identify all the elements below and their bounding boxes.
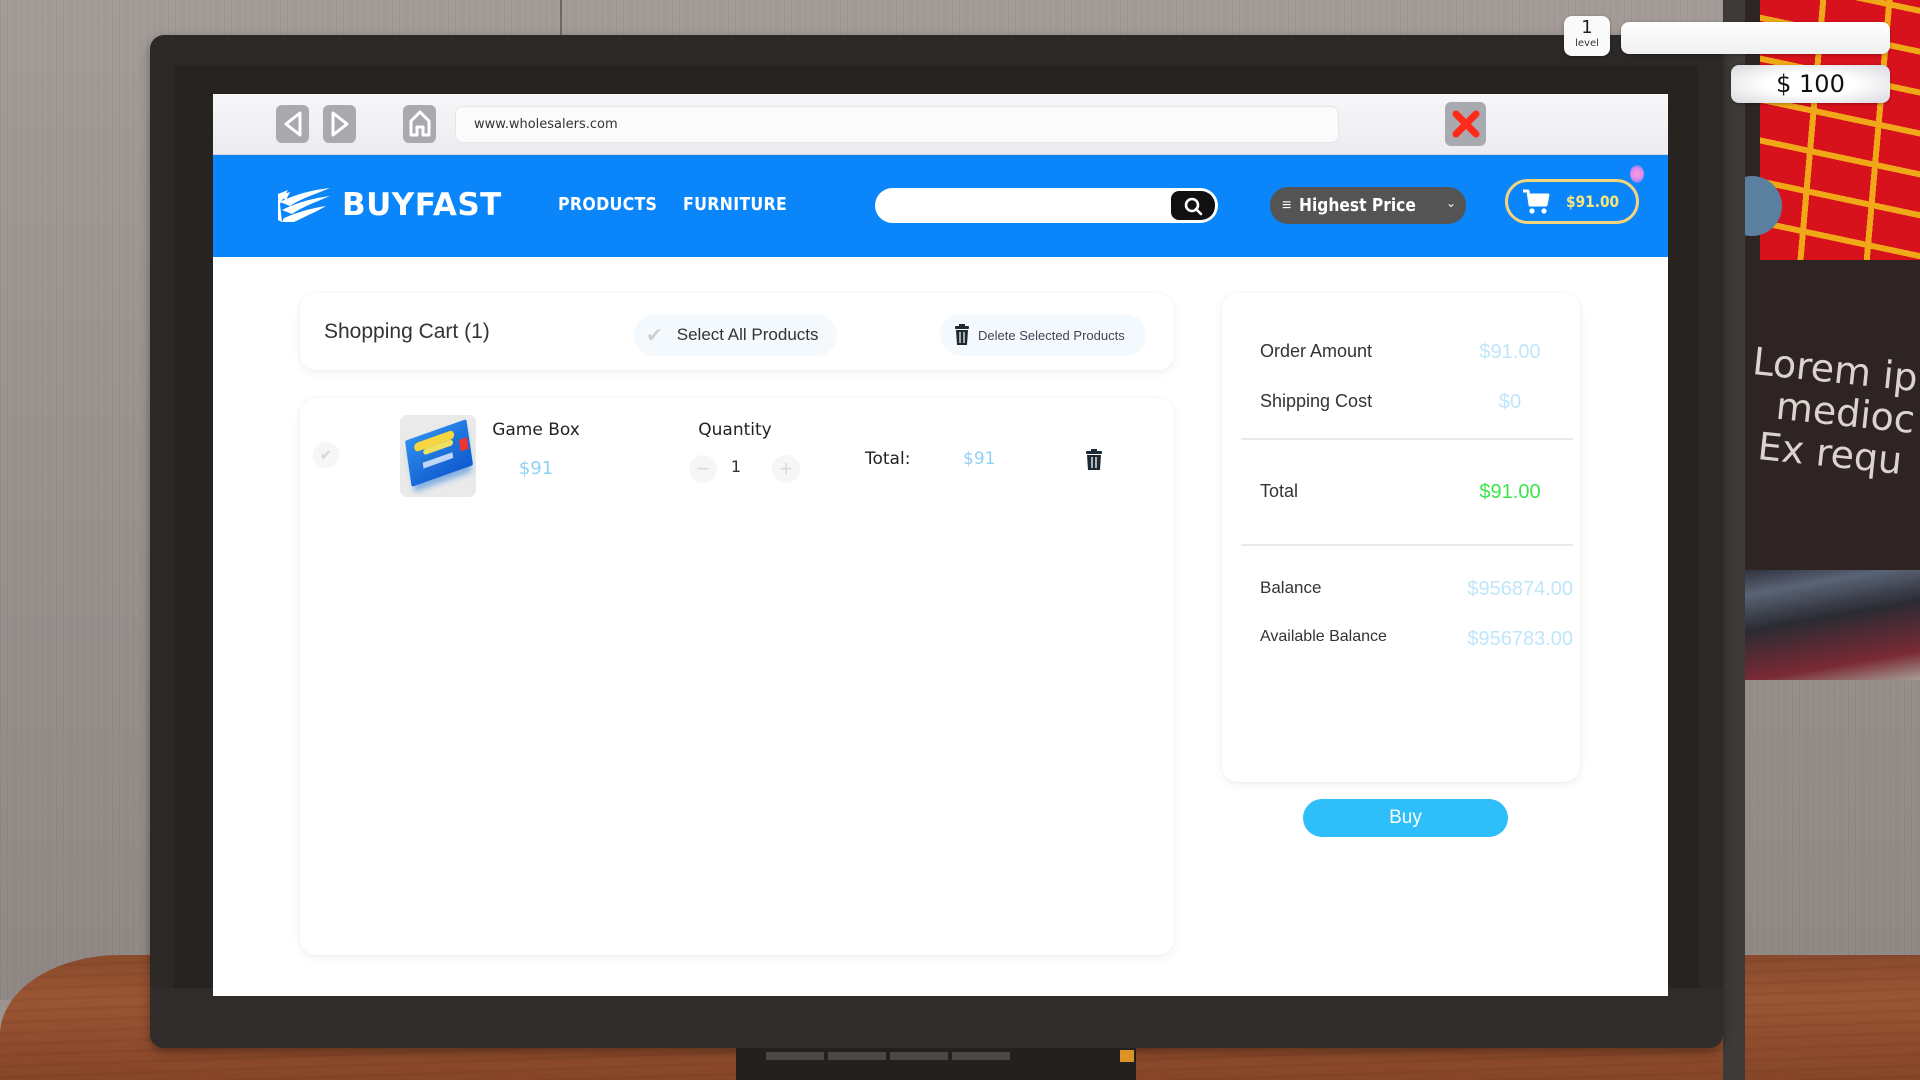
cart-notification-dot (1630, 165, 1644, 183)
player-money: $ 100 (1731, 65, 1890, 103)
checkmark-icon: ✔ (646, 324, 663, 347)
logo-text: BUYFAST (342, 187, 502, 223)
item-name: Game Box (492, 420, 580, 440)
close-x-icon (1452, 110, 1479, 138)
cart-title: Shopping Cart (1) (324, 320, 490, 343)
browser-toolbar: www.wholesalers.com (213, 94, 1668, 155)
logo-wing-icon (278, 188, 330, 222)
search-icon (1184, 197, 1203, 215)
item-total-value: $91 (963, 449, 996, 469)
search-input[interactable] (889, 188, 1149, 223)
item-select-checkbox[interactable]: ✔ (313, 442, 339, 468)
search-button[interactable] (1171, 191, 1215, 220)
quantity-value[interactable]: 1 (724, 457, 748, 481)
select-all-button[interactable]: ✔ Select All Products (634, 314, 837, 356)
cart-item-row: ✔ Game Box $91 Quantity − 1 + Total: $91 (300, 398, 1174, 518)
order-amount-label: Order Amount (1260, 341, 1373, 361)
site-logo[interactable]: BUYFAST (276, 186, 502, 224)
header-cart-amount: $91.00 (1566, 192, 1620, 211)
available-balance-label: Available Balance (1260, 628, 1387, 645)
monitor-chin (150, 988, 1723, 1048)
back-button[interactable] (276, 105, 309, 143)
menu-lines-icon: ≡ (1282, 196, 1292, 214)
product-thumbnail (400, 415, 476, 497)
order-summary-card: Order Amount $91.00 Shipping Cost $0 Tot… (1222, 293, 1580, 837)
header-cart-button[interactable]: $91.00 (1505, 179, 1639, 224)
wall-seam (560, 0, 562, 36)
delete-selected-label: Delete Selected Products (978, 327, 1125, 343)
search-box (875, 188, 1218, 223)
home-button[interactable] (403, 105, 436, 143)
sort-selected-value: Highest Price (1299, 195, 1417, 216)
buy-button[interactable]: Buy (1303, 799, 1508, 837)
summary-divider (1241, 438, 1573, 440)
quantity-label: Quantity (698, 420, 772, 440)
checkmark-icon: ✔ (319, 447, 333, 464)
chevron-down-icon: ⌄ (1445, 196, 1456, 210)
wall-edge (1723, 0, 1745, 1080)
shopping-cart-icon (1523, 189, 1550, 214)
shipping-cost-value: $0 (1498, 391, 1522, 413)
stand-led (1120, 1050, 1134, 1062)
stand-ports (766, 1052, 1010, 1060)
player-level-value: 1 (1581, 17, 1593, 38)
main-nav: PRODUCTS FURNITURE (558, 194, 801, 215)
home-icon (409, 110, 430, 137)
item-price: $91 (518, 458, 554, 479)
shipping-cost-label: Shipping Cost (1260, 391, 1373, 411)
forward-button[interactable] (323, 105, 356, 143)
select-all-label: Select All Products (676, 325, 819, 344)
total-label: Total (1260, 481, 1299, 501)
computer-screen: www.wholesalers.com BUYFAST PRODUCTS FUR… (213, 94, 1668, 996)
delete-item-button[interactable] (1081, 445, 1107, 475)
player-level-badge: 1 level (1564, 16, 1610, 56)
monitor-stand (736, 1048, 1136, 1080)
back-arrow-icon (284, 111, 301, 137)
close-browser-button[interactable] (1445, 102, 1486, 146)
balance-label: Balance (1260, 578, 1322, 597)
minus-icon: − (696, 456, 710, 481)
game-box-image (404, 419, 474, 487)
total-value: $91.00 (1479, 481, 1541, 503)
site-header: BUYFAST PRODUCTS FURNITURE ≡ Highest Pri… (213, 155, 1668, 257)
cart-header-card: Shopping Cart (1) ✔ Select All Products … (300, 293, 1174, 370)
trash-icon (955, 324, 969, 345)
nav-furniture[interactable]: FURNITURE (683, 194, 787, 215)
quantity-decrement-button[interactable]: − (689, 455, 717, 483)
order-amount-value: $91.00 (1479, 341, 1541, 363)
poster-text: Lorem ip medioc Ex requ (1742, 339, 1920, 486)
nav-products[interactable]: PRODUCTS (558, 194, 657, 215)
balance-value: $956874.00 (1467, 578, 1573, 600)
plus-icon: + (779, 456, 793, 481)
delete-selected-button[interactable]: Delete Selected Products (940, 314, 1146, 356)
quantity-increment-button[interactable]: + (772, 455, 800, 483)
player-level-label: level (1575, 38, 1599, 49)
cart-items-card: ✔ Game Box $91 Quantity − 1 + Total: $91 (300, 398, 1174, 955)
summary-divider (1241, 544, 1573, 546)
address-bar[interactable]: www.wholesalers.com (455, 106, 1339, 143)
item-total-label: Total: (865, 449, 911, 469)
poster-shelf (1723, 570, 1920, 680)
available-balance-value: $956783.00 (1467, 628, 1573, 650)
trash-icon (1086, 449, 1102, 470)
xp-progress-bar (1621, 22, 1890, 54)
forward-arrow-icon (331, 111, 348, 137)
sort-dropdown[interactable]: ≡ Highest Price ⌄ (1270, 187, 1466, 224)
